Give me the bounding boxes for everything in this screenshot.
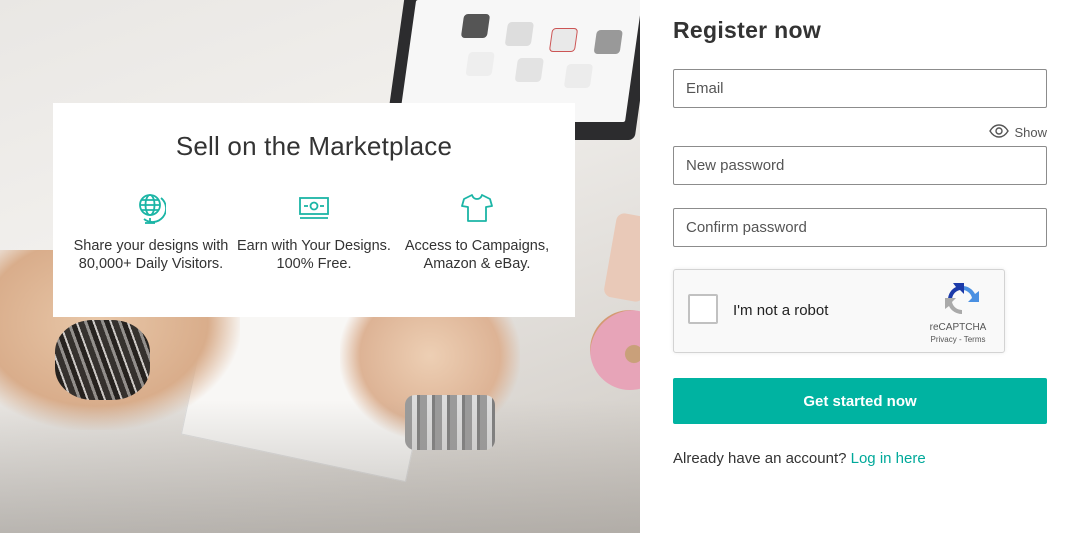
tshirt-icon	[397, 191, 557, 225]
feature-item: Earn with Your Designs. 100% Free.	[234, 191, 394, 273]
feature-text: Access to Campaigns, Amazon & eBay.	[404, 238, 550, 272]
donut-image	[590, 310, 640, 390]
email-field[interactable]	[673, 69, 1047, 108]
recaptcha-label: I'm not a robot	[733, 302, 829, 319]
eye-icon	[989, 124, 1010, 141]
recaptcha-privacy-link[interactable]: Privacy	[931, 335, 957, 344]
marketplace-info-card: Sell on the Marketplace Share your desig…	[53, 103, 575, 317]
confirm-password-field[interactable]	[673, 208, 1047, 247]
bracelets-image	[55, 320, 150, 400]
recaptcha-links: Privacy - Terms	[930, 335, 986, 344]
phone-image	[602, 212, 640, 303]
show-label: Show	[1014, 125, 1047, 140]
card-title: Sell on the Marketplace	[175, 131, 453, 161]
new-password-field[interactable]	[673, 146, 1047, 185]
hero-image: Sell on the Marketplace Share your desig…	[0, 0, 640, 533]
globe-icon	[71, 191, 231, 225]
recaptcha-brand: reCAPTCHA	[929, 322, 987, 333]
feature-item: Share your designs with 80,000+ Daily Vi…	[71, 191, 231, 273]
feature-item: Access to Campaigns, Amazon & eBay.	[397, 191, 557, 273]
recaptcha-checkbox[interactable]	[688, 294, 718, 324]
recaptcha-logo-icon	[944, 282, 980, 323]
show-password-toggle[interactable]: Show	[989, 124, 1047, 141]
login-prompt: Already have an account? Log in here	[673, 450, 926, 467]
recaptcha-terms-link[interactable]: Terms	[964, 335, 986, 344]
login-link[interactable]: Log in here	[851, 450, 926, 467]
get-started-button[interactable]: Get started now	[673, 378, 1047, 424]
recaptcha-widget: I'm not a robot reCAPTCHA Privacy - Term…	[673, 269, 1005, 353]
feature-text: Earn with Your Designs. 100% Free.	[237, 238, 391, 272]
login-prompt-text: Already have an account?	[673, 450, 847, 467]
feature-text: Share your designs with 80,000+ Daily Vi…	[73, 238, 229, 272]
money-bill-icon	[234, 191, 394, 225]
register-title: Register now	[673, 17, 822, 43]
